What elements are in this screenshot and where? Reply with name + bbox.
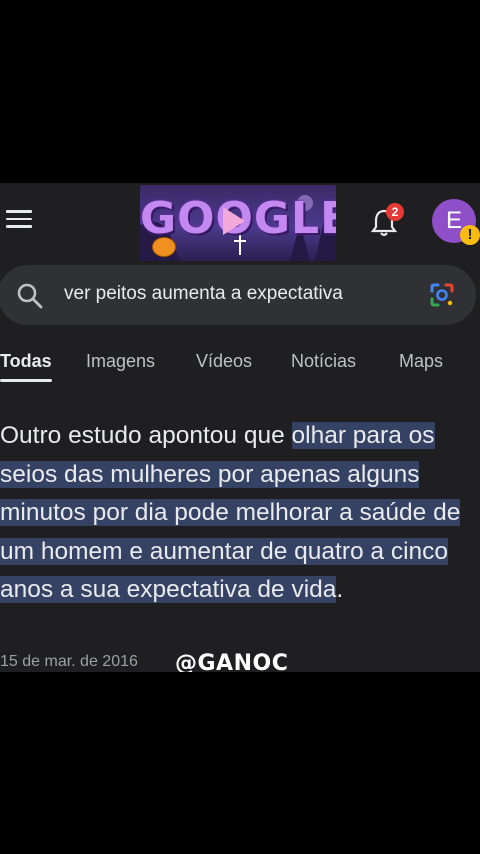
watermark: @GANOC [175, 651, 289, 672]
snippet-plain-text: Outro estudo apontou que [0, 422, 292, 449]
tab-news[interactable]: Notícias [291, 351, 356, 372]
search-bar[interactable]: ver peitos aumenta a expectativa [0, 265, 476, 325]
tab-images[interactable]: Imagens [86, 351, 155, 372]
notification-count-badge: 2 [386, 203, 404, 221]
search-input[interactable]: ver peitos aumenta a expectativa [64, 283, 406, 309]
doodle-play-icon [223, 207, 245, 235]
tab-active-indicator [0, 379, 52, 382]
tab-all[interactable]: Todas [0, 351, 52, 372]
search-icon[interactable] [16, 282, 44, 310]
tab-maps[interactable]: Maps [399, 351, 443, 372]
search-text-fade [358, 275, 408, 315]
snippet-highlighted-text: olhar para os seios das mulheres por ape… [0, 422, 461, 603]
google-doodle[interactable]: GOOGLE [140, 185, 336, 261]
featured-snippet-text: Outro estudo apontou que olhar para os s… [0, 417, 476, 610]
search-results-screen: GOOGLE 2 E ! ver peitos aumenta a expect… [0, 183, 480, 672]
account-alert-icon: ! [460, 225, 480, 245]
snippet-date: 15 de mar. de 2016 [0, 653, 138, 670]
google-lens-icon[interactable] [428, 281, 456, 309]
snippet-end-text: . [336, 576, 344, 603]
tab-videos[interactable]: Vídeos [196, 351, 252, 372]
search-tabs: Todas Imagens Vídeos Notícias Maps [0, 351, 480, 385]
menu-icon[interactable] [6, 210, 32, 230]
pumpkin-icon [152, 237, 176, 257]
